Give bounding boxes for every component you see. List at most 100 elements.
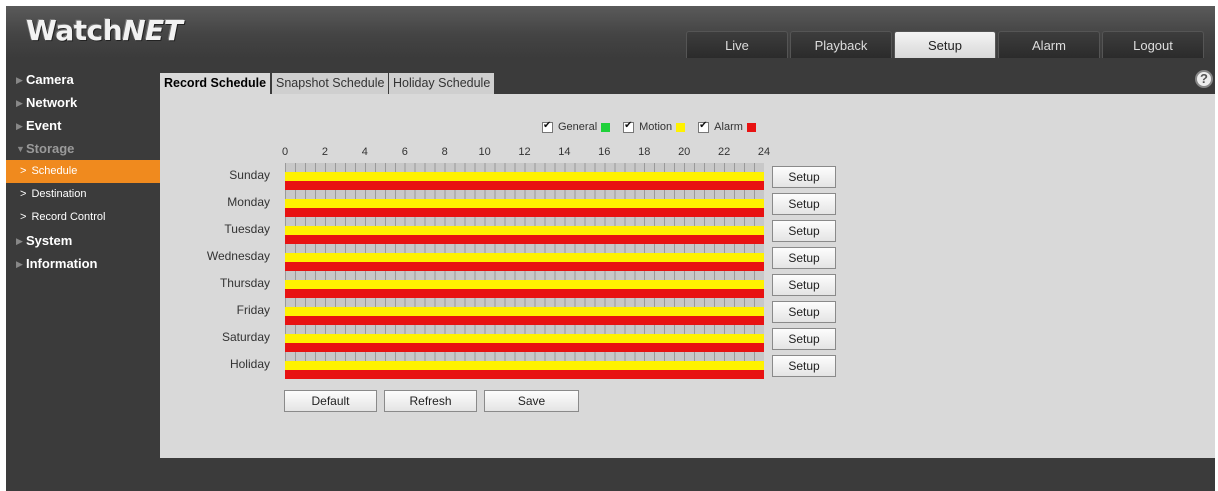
sidebar-subitem-label: Record Control [31, 211, 106, 223]
sidebar-subitem-record-control[interactable]: > Record Control [6, 206, 160, 229]
setup-button-friday[interactable]: Setup [772, 301, 836, 323]
setup-button-thursday[interactable]: Setup [772, 274, 836, 296]
general-band [285, 352, 764, 361]
collapsed-triangle-icon: ▶ [16, 121, 23, 131]
motion-band [285, 280, 764, 289]
chevron-right-icon: > [20, 188, 27, 200]
motion-band [285, 199, 764, 208]
alarm-band [285, 181, 764, 190]
setup-button-holiday[interactable]: Setup [772, 355, 836, 377]
default-button[interactable]: Default [284, 390, 377, 412]
nav-tab-playback[interactable]: Playback [790, 31, 892, 58]
sidebar-item-label: Information [26, 256, 98, 271]
sidebar-item-information[interactable]: ▶ Information [6, 252, 160, 275]
schedule-tabs: Record Schedule Snapshot Schedule Holida… [160, 66, 1215, 94]
sidebar-subitem-label: Schedule [31, 165, 78, 177]
day-label-holiday: Holiday [229, 357, 270, 371]
sidebar-item-label: Event [26, 118, 62, 133]
sidebar-item-label: Network [26, 95, 78, 110]
help-icon[interactable]: ? [1195, 70, 1213, 88]
tab-record-schedule[interactable]: Record Schedule [160, 73, 272, 94]
alarm-checkbox[interactable] [698, 120, 710, 133]
hour-tick-label: 8 [441, 146, 448, 158]
schedule-bar-thursday[interactable] [285, 271, 764, 298]
refresh-button[interactable]: Refresh [384, 390, 477, 412]
hour-tick-label: 24 [757, 146, 771, 158]
nav-tab-setup[interactable]: Setup [894, 31, 996, 58]
general-band [285, 163, 764, 172]
expanded-triangle-icon: ▼ [16, 144, 25, 154]
sidebar: ▶ Camera ▶ Network ▶ Event ▼Storage > Schedu… [6, 68, 160, 275]
motion-band [285, 253, 764, 262]
motion-checkbox[interactable] [623, 120, 635, 133]
schedule-bar-monday[interactable] [285, 190, 764, 217]
hour-tick-label: 20 [678, 146, 691, 158]
schedule-legend: General Motion Alarm [542, 120, 769, 133]
setup-button-saturday[interactable]: Setup [772, 328, 836, 350]
sidebar-item-event[interactable]: ▶ Event [6, 114, 160, 137]
schedule-bar-wednesday[interactable] [285, 244, 764, 271]
alarm-band [285, 289, 764, 298]
schedule-bar-tuesday[interactable] [285, 217, 764, 244]
day-label-thursday: Thursday [219, 276, 270, 290]
hour-tick-label: 22 [717, 146, 731, 158]
sidebar-subitem-destination[interactable]: > Destination [6, 183, 160, 206]
general-band [285, 325, 764, 334]
sidebar-subitem-schedule[interactable]: > Schedule [6, 160, 160, 183]
hour-tick-label: 16 [598, 146, 611, 158]
alarm-band [285, 316, 764, 325]
general-checkbox[interactable] [542, 120, 553, 133]
hour-tick-label: 0 [281, 146, 289, 158]
hour-tick-label: 6 [401, 146, 408, 158]
motion-band [285, 361, 764, 370]
setup-button-monday[interactable]: Setup [772, 193, 836, 215]
legend-label-general: General [558, 121, 598, 133]
legend-label-alarm: Alarm [714, 121, 743, 133]
sidebar-item-system[interactable]: ▶ System [6, 229, 160, 252]
tab-holiday-schedule[interactable]: Holiday Schedule [389, 73, 496, 94]
setup-button-tuesday[interactable]: Setup [772, 220, 836, 242]
save-button[interactable]: Save [484, 390, 579, 412]
hour-tick-label: 12 [518, 146, 531, 158]
general-color-swatch [601, 122, 611, 132]
setup-button-wednesday[interactable]: Setup [772, 247, 836, 269]
schedule-bar-saturday[interactable] [285, 325, 764, 352]
collapsed-triangle-icon: ▶ [16, 98, 23, 108]
collapsed-triangle-icon: ▶ [16, 259, 23, 269]
sidebar-item-camera[interactable]: ▶ Camera [6, 68, 160, 91]
logo-text-net: NET [122, 14, 183, 47]
sidebar-item-label: System [26, 233, 73, 248]
motion-band [285, 334, 764, 343]
motion-band [285, 307, 764, 316]
schedule-bar-sunday[interactable] [285, 163, 764, 190]
general-band [285, 190, 764, 199]
legend-label-motion: Motion [639, 121, 673, 133]
tab-snapshot-schedule[interactable]: Snapshot Schedule [272, 73, 390, 94]
nav-tab-logout[interactable]: Logout [1102, 31, 1204, 58]
schedule-bar-friday[interactable] [285, 298, 764, 325]
logo: WatchNET [26, 14, 183, 47]
day-label-friday: Friday [236, 303, 270, 317]
day-label-sunday: Sunday [229, 168, 270, 182]
hour-axis: 0 2 4 6 8 10 12 14 16 18 20 22 24 [160, 146, 860, 160]
alarm-color-swatch [746, 122, 756, 132]
day-label-wednesday: Wednesday [206, 249, 270, 263]
sidebar-item-network[interactable]: ▶ Network [6, 91, 160, 114]
nav-tab-alarm[interactable]: Alarm [998, 31, 1100, 58]
app-window: WatchNET Live Playback Setup Alarm Logou… [6, 6, 1215, 491]
alarm-band [285, 235, 764, 244]
general-band [285, 298, 764, 307]
collapsed-triangle-icon: ▶ [16, 236, 23, 246]
nav-tab-live[interactable]: Live [686, 31, 788, 58]
general-band [285, 271, 764, 280]
schedule-bar-holiday[interactable] [285, 352, 764, 379]
motion-band [285, 172, 764, 181]
alarm-band [285, 262, 764, 271]
motion-color-swatch [676, 122, 686, 132]
chevron-right-icon: > [20, 211, 27, 223]
general-band [285, 217, 764, 226]
setup-button-sunday[interactable]: Setup [772, 166, 836, 188]
sidebar-item-storage[interactable]: ▼Storage [6, 137, 160, 160]
sidebar-item-label: Camera [26, 72, 74, 87]
general-band [285, 244, 764, 253]
